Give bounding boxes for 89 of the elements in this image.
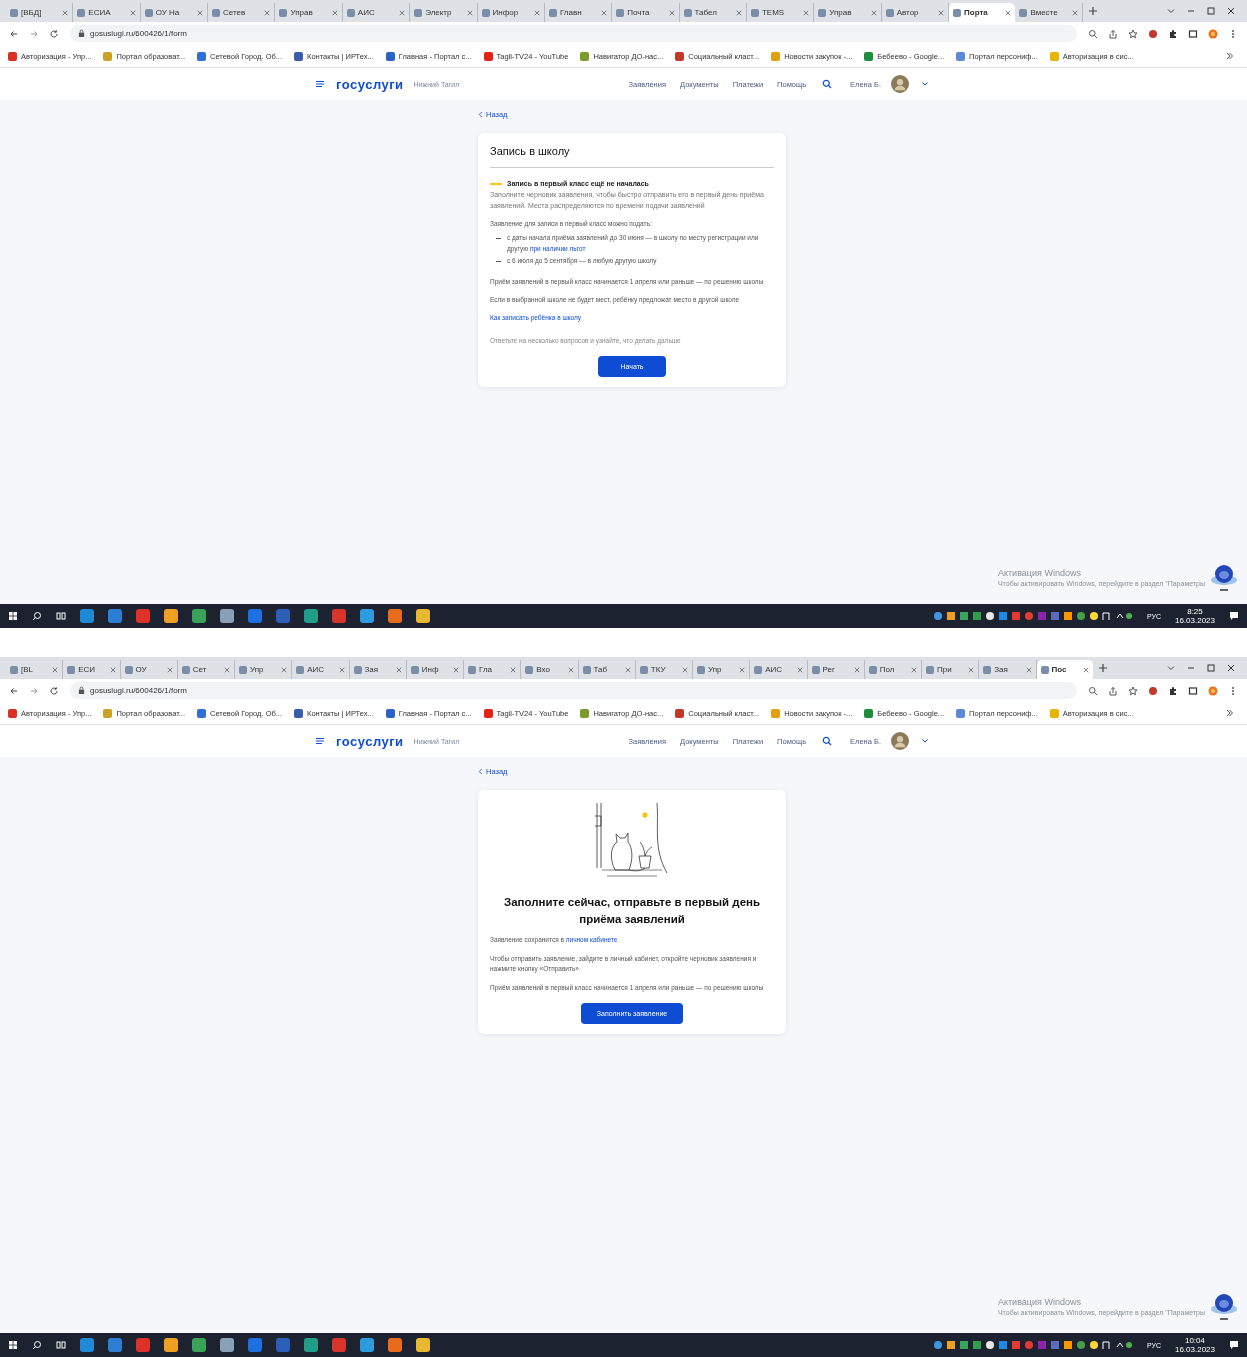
puzzle-icon[interactable] [1168,28,1178,39]
app-icon[interactable] [388,1338,402,1352]
menu-icon[interactable] [315,79,325,89]
tray-icons-drawing[interactable] [932,1340,1133,1350]
app-icon[interactable] [220,609,234,623]
notifications-icon[interactable] [1229,611,1239,621]
robot-icon[interactable] [1209,562,1239,592]
app-icon[interactable] [80,1338,94,1352]
zoom-icon[interactable] [1088,685,1098,696]
maximize-icon[interactable] [1206,6,1217,16]
windows-start-icon[interactable] [8,611,18,621]
forward-icon[interactable] [29,685,39,696]
notice-marker-icon [490,182,502,185]
app-icon[interactable] [136,1338,150,1352]
dash-icon [496,238,501,240]
search-icon[interactable] [32,611,42,621]
app-icon[interactable] [220,1338,234,1352]
new-tab-icon[interactable] [1087,6,1098,16]
extension-icon[interactable] [1148,28,1158,39]
window-icon[interactable] [1188,28,1198,39]
puzzle-icon[interactable] [1168,685,1178,696]
close-icon[interactable] [1226,663,1236,673]
search-icon[interactable] [822,79,833,89]
app-icon[interactable] [108,1338,122,1352]
app-icon[interactable] [108,609,122,623]
extension-icon[interactable] [1148,685,1158,696]
card-title: Запись в школу [490,145,571,157]
app-icon[interactable] [248,609,262,623]
search-icon[interactable] [32,1340,42,1350]
app-icon[interactable] [192,609,206,623]
reload-icon[interactable] [49,685,59,696]
activation-title: Активация Windows [997,567,1082,578]
app-icon[interactable] [304,609,318,623]
close-icon[interactable] [1226,6,1237,16]
task-view-icon[interactable] [56,611,66,621]
activation-title: Активация Windows [997,1296,1082,1307]
maximize-icon[interactable] [1206,663,1216,673]
chevron-left-icon[interactable] [478,768,483,775]
lock-icon [78,29,85,38]
app-icon[interactable] [360,1338,374,1352]
forward-icon[interactable] [29,28,39,39]
share-icon[interactable] [1108,28,1118,39]
card-title: Заполните сейчас, отправьте в первый день приёма заявлений [502,895,762,927]
app-icon[interactable] [360,609,374,623]
avatar-icon[interactable] [891,75,909,93]
address-field[interactable]: gosuslugi.ru/600426/1/form [70,25,1077,42]
clock[interactable]: 10:04 16.03.2023 [1174,1335,1215,1355]
star-icon[interactable] [1128,28,1138,39]
app-icon[interactable] [304,1338,318,1352]
site-logo[interactable]: госуслуги [336,733,404,749]
app-icon[interactable] [80,609,94,623]
browser-tab[interactable]: Пос [1036,660,1093,679]
browser-tab[interactable]: Порта [949,3,1016,22]
reload-icon[interactable] [49,28,59,39]
star-icon[interactable] [1128,685,1138,696]
app-icon[interactable] [332,609,346,623]
app-icon[interactable] [164,609,178,623]
profile-icon[interactable] [1208,28,1218,39]
menu-icon[interactable] [315,736,325,746]
address-field[interactable]: gosuslugi.ru/600426/1/form [70,682,1077,699]
app-icon[interactable] [388,609,402,623]
app-icon[interactable] [416,609,430,623]
app-icon[interactable] [416,1338,430,1352]
back-icon[interactable] [9,685,19,696]
lock-icon [78,686,85,695]
notifications-icon[interactable] [1229,1340,1239,1350]
tray-icons-drawing[interactable] [932,611,1133,621]
window-icon[interactable] [1188,685,1198,696]
app-icon[interactable] [192,1338,206,1352]
app-icon[interactable] [164,1338,178,1352]
search-icon[interactable] [822,736,833,746]
profile-icon[interactable] [1208,685,1218,696]
chevron-right-icon[interactable] [1224,51,1234,61]
robot-icon[interactable] [1209,1291,1239,1321]
back-icon[interactable] [9,28,19,39]
task-view-icon[interactable] [56,1340,66,1350]
clock[interactable]: 8:25 16.03.2023 [1174,606,1215,626]
avatar-icon[interactable] [891,732,909,750]
app-icon[interactable] [332,1338,346,1352]
new-tab-icon[interactable] [1097,663,1108,673]
chevron-right-icon[interactable] [1224,708,1234,718]
app-icon[interactable] [248,1338,262,1352]
windows-start-icon[interactable] [8,1340,18,1350]
chevron-left-icon[interactable] [478,111,483,118]
site-logo[interactable]: госуслуги [336,76,404,92]
app-icon[interactable] [136,609,150,623]
share-icon[interactable] [1108,685,1118,696]
zoom-icon[interactable] [1088,28,1098,39]
dash-icon [496,261,501,263]
